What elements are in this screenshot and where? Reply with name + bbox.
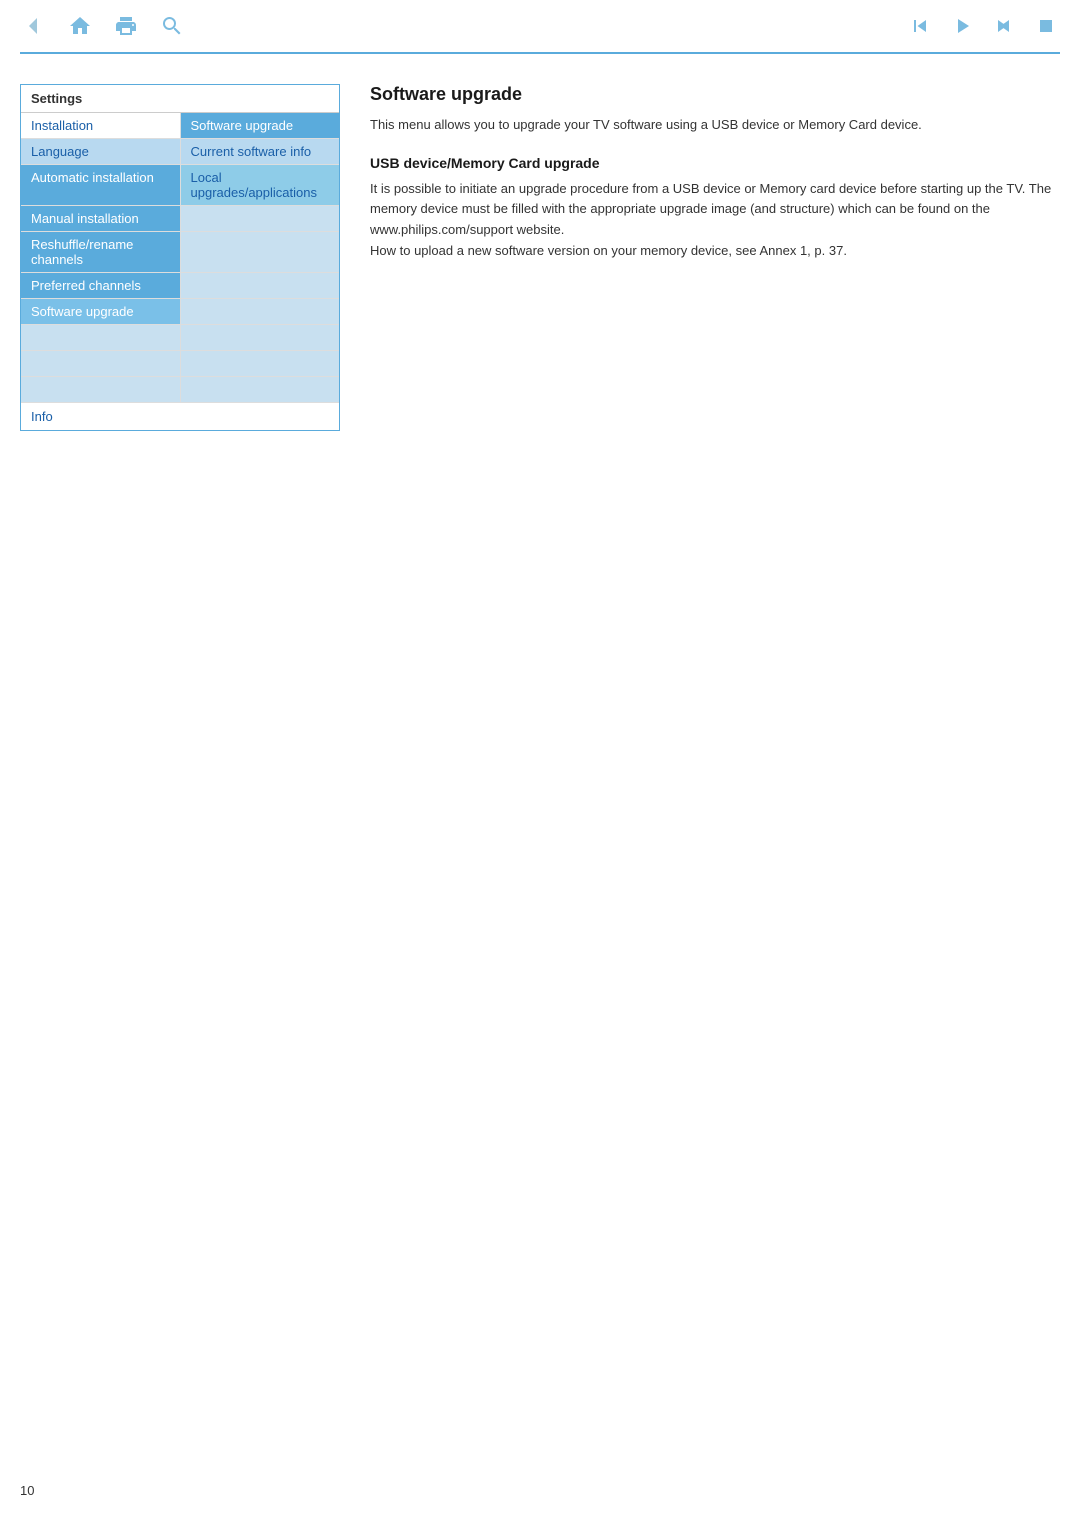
- print-icon[interactable]: [112, 12, 140, 40]
- back-arrow-icon[interactable]: [20, 12, 48, 40]
- menu-row: [21, 377, 339, 403]
- search-icon[interactable]: [158, 12, 186, 40]
- skip-back-icon[interactable]: [906, 12, 934, 40]
- menu-item-installation[interactable]: Installation: [21, 113, 180, 138]
- menu-cell-empty-7: [180, 299, 340, 324]
- menu-cell-empty-8b: [180, 325, 340, 350]
- menu-cell-empty-9a: [21, 351, 180, 376]
- page-number: 10: [20, 1483, 34, 1498]
- menu-cell-empty-5: [180, 232, 340, 272]
- menu-info-row[interactable]: Info: [21, 403, 339, 430]
- menu-cell-empty-8a: [21, 325, 180, 350]
- menu-cell-empty-10b: [180, 377, 340, 402]
- menu-item-automatic[interactable]: Automatic installation: [21, 165, 180, 205]
- menu-item-software-upgrade-right[interactable]: Software upgrade: [180, 113, 340, 138]
- content-description: This menu allows you to upgrade your TV …: [370, 115, 1060, 135]
- menu-item-language[interactable]: Language: [21, 139, 180, 164]
- content-title: Software upgrade: [370, 84, 1060, 105]
- menu-row: Software upgrade: [21, 299, 339, 325]
- menu-item-manual[interactable]: Manual installation: [21, 206, 180, 231]
- menu-row: Installation Software upgrade: [21, 113, 339, 139]
- menu-row: Manual installation: [21, 206, 339, 232]
- main-content: Settings Installation Software upgrade L…: [0, 54, 1080, 461]
- menu-item-preferred[interactable]: Preferred channels: [21, 273, 180, 298]
- menu-row: Reshuffle/rename channels: [21, 232, 339, 273]
- menu-row: [21, 351, 339, 377]
- menu-cell-empty-6: [180, 273, 340, 298]
- menu-header: Settings: [21, 85, 339, 113]
- menu-panel: Settings Installation Software upgrade L…: [20, 84, 340, 431]
- toolbar-left: [20, 12, 186, 40]
- content-panel: Software upgrade This menu allows you to…: [370, 84, 1060, 431]
- home-icon[interactable]: [66, 12, 94, 40]
- menu-item-software-upgrade[interactable]: Software upgrade: [21, 299, 180, 324]
- play-icon[interactable]: [948, 12, 976, 40]
- menu-item-reshuffle[interactable]: Reshuffle/rename channels: [21, 232, 180, 272]
- menu-box: Settings Installation Software upgrade L…: [20, 84, 340, 431]
- skip-forward-icon[interactable]: [990, 12, 1018, 40]
- menu-row: Automatic installation Local upgrades/ap…: [21, 165, 339, 206]
- menu-cell-empty-9b: [180, 351, 340, 376]
- menu-cell-empty-4: [180, 206, 340, 231]
- toolbar-right: [906, 12, 1060, 40]
- section-title: USB device/Memory Card upgrade: [370, 155, 1060, 171]
- stop-icon[interactable]: [1032, 12, 1060, 40]
- menu-item-local-upgrades[interactable]: Local upgrades/applications: [180, 165, 340, 205]
- menu-item-current-software[interactable]: Current software info: [180, 139, 340, 164]
- toolbar: [0, 0, 1080, 52]
- menu-cell-empty-10a: [21, 377, 180, 402]
- section-description: It is possible to initiate an upgrade pr…: [370, 179, 1060, 262]
- menu-row: Preferred channels: [21, 273, 339, 299]
- menu-row: Language Current software info: [21, 139, 339, 165]
- menu-row: [21, 325, 339, 351]
